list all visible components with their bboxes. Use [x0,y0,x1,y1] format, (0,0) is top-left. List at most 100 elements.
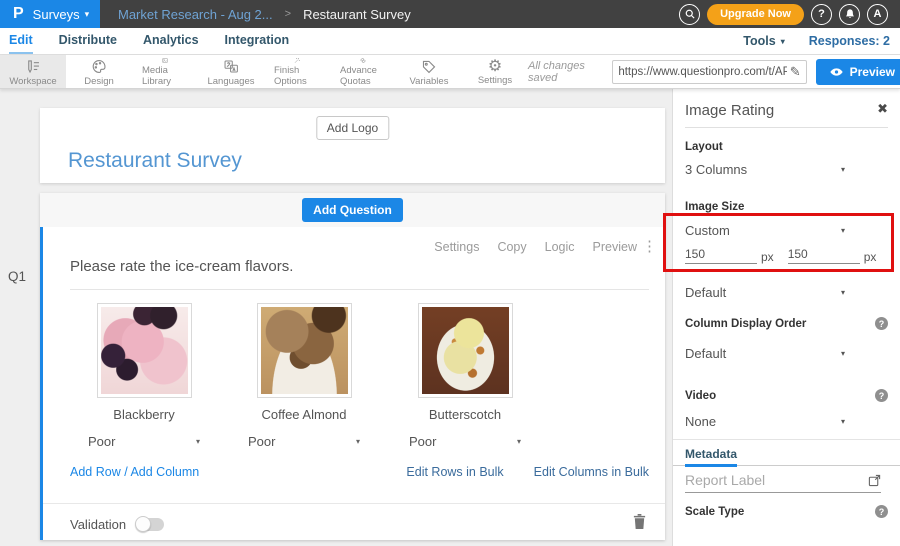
search-icon [684,8,696,20]
question-logic-link[interactable]: Logic [545,240,575,254]
preview-button-label: Preview [850,65,895,79]
edit-columns-bulk-link[interactable]: Edit Columns in Bulk [534,465,649,479]
report-label-input[interactable] [685,472,868,488]
chevron-down-icon: ▾ [356,437,360,446]
add-question-button[interactable]: Add Question [302,198,403,222]
image-size-value: Custom [685,223,730,238]
column-display-order-label: Column Display Order [685,318,806,330]
toolbar-item-label: Design [84,76,114,87]
logo-area[interactable]: P Surveys ▾ [0,0,100,28]
chevron-down-icon: ▾ [781,37,785,46]
help-button[interactable]: ? [811,4,832,25]
chevron-down-icon: ▾ [196,437,200,446]
image-size-default-select[interactable]: Default ▾ [685,285,845,300]
toolbar-item-workspace[interactable]: Workspace [0,55,66,88]
flavor-caption[interactable]: Butterscotch [429,407,501,422]
add-logo-button[interactable]: Add Logo [316,116,389,140]
question-settings-link[interactable]: Settings [434,240,479,254]
toolbar-item-advance-quotas[interactable]: Advance Quotas [330,55,396,88]
tab-edit[interactable]: Edit [9,28,33,54]
tools-menu-label: Tools [743,34,775,48]
question-text[interactable]: Please rate the ice-cream flavors. [70,258,293,275]
expand-icon[interactable] [868,474,881,487]
flavor-caption[interactable]: Blackberry [113,407,174,422]
add-row-column-link[interactable]: Add Row / Add Column [70,465,199,479]
row-column-actions: Add Row / Add Column Edit Rows in Bulk E… [43,465,665,479]
column-display-order-select[interactable]: Default ▾ [685,346,845,361]
toolbar-item-design[interactable]: Design [66,55,132,88]
rating-dropdown[interactable]: Poor ▾ [248,434,360,449]
image-height-input[interactable] [788,247,860,264]
validation-divider [43,503,665,504]
flavor-column-coffee-almond: Coffee Almond Poor ▾ [229,303,379,449]
rating-dropdown[interactable]: Poor ▾ [409,434,521,449]
survey-url-input[interactable] [618,66,786,78]
nav-right: Tools ▾ Responses: 2 [743,28,900,54]
search-button[interactable] [679,4,700,25]
question-card: Add Question Settings Copy Logic Preview… [40,193,665,540]
video-select[interactable]: None ▾ [685,414,845,429]
eye-icon [829,67,844,77]
image-icon [156,57,174,64]
rating-dropdown[interactable]: Poor ▾ [88,434,200,449]
upgrade-now-button[interactable]: Upgrade Now [707,4,804,25]
rating-value: Poor [88,434,115,449]
survey-title[interactable]: Restaurant Survey [68,149,242,173]
column-display-order-value: Default [685,346,726,361]
preview-button[interactable]: Preview [816,59,900,85]
help-icon[interactable]: ? [875,317,888,330]
help-icon[interactable]: ? [875,389,888,402]
nav-row: Edit Distribute Analytics Integration To… [0,28,900,55]
coffee-almond-image[interactable] [257,303,352,398]
tab-analytics[interactable]: Analytics [143,28,199,54]
panel-divider [685,127,888,128]
image-size-select[interactable]: Custom ▾ [685,223,845,238]
toolbar-item-media-library[interactable]: Media Library [132,55,198,88]
tab-distribute[interactable]: Distribute [59,28,117,54]
breadcrumb-separator: > [285,8,291,20]
panel-section-divider [673,439,900,440]
avatar[interactable]: A [867,4,888,25]
notifications-button[interactable] [839,4,860,25]
butterscotch-ice-cream-photo [422,307,509,394]
edit-toolbar: Workspace Design Media Library Languages… [0,55,900,89]
image-size-label: Image Size [685,201,744,213]
edit-rows-bulk-link[interactable]: Edit Rows in Bulk [406,465,503,479]
tab-metadata[interactable]: Metadata [685,447,737,467]
tab-integration[interactable]: Integration [225,28,290,54]
layout-select[interactable]: 3 Columns ▾ [685,162,845,177]
toolbar-item-finish-options[interactable]: Finish Options [264,55,330,88]
flavor-caption[interactable]: Coffee Almond [261,407,346,422]
toolbar-item-settings[interactable]: ⚙ Settings [462,55,528,88]
butterscotch-image[interactable] [418,303,513,398]
toolbar-item-label: Advance Quotas [340,65,386,87]
toolbar-item-label: Media Library [142,65,188,87]
toolbar-item-label: Settings [478,75,512,86]
tools-menu[interactable]: Tools ▾ [743,34,784,48]
questionpro-logo-icon: P [13,5,24,23]
question-actions: Settings Copy Logic Preview [434,240,637,254]
save-status: All changes saved [528,60,603,84]
toolbar-item-languages[interactable]: Languages [198,55,264,88]
kebab-menu-icon[interactable]: ⋮ [642,237,657,255]
edit-url-icon[interactable]: ✎ [790,64,801,80]
responses-count-link[interactable]: Responses: 2 [809,34,890,48]
toolbar-item-variables[interactable]: Variables [396,55,462,88]
question-preview-link[interactable]: Preview [593,240,637,254]
question-copy-link[interactable]: Copy [497,240,526,254]
top-bar: P Surveys ▾ Market Research - Aug 2... >… [0,0,900,28]
image-width-input[interactable] [685,247,757,264]
validation-toggle[interactable] [136,518,164,531]
chevron-down-icon: ▾ [517,437,521,446]
blackberry-image[interactable] [97,303,192,398]
close-icon[interactable]: ✖ [877,101,888,117]
image-size-inputs: px px [685,247,876,264]
panel-title: Image Rating [685,102,774,119]
help-icon[interactable]: ? [875,505,888,518]
breadcrumb-parent-link[interactable]: Market Research - Aug 2... [118,7,273,22]
metadata-tabs: Metadata [673,446,900,466]
toggle-knob [135,516,151,532]
surveys-menu[interactable]: Surveys ▾ [33,7,90,22]
delete-question-button[interactable] [632,513,647,535]
bell-icon [844,8,856,20]
